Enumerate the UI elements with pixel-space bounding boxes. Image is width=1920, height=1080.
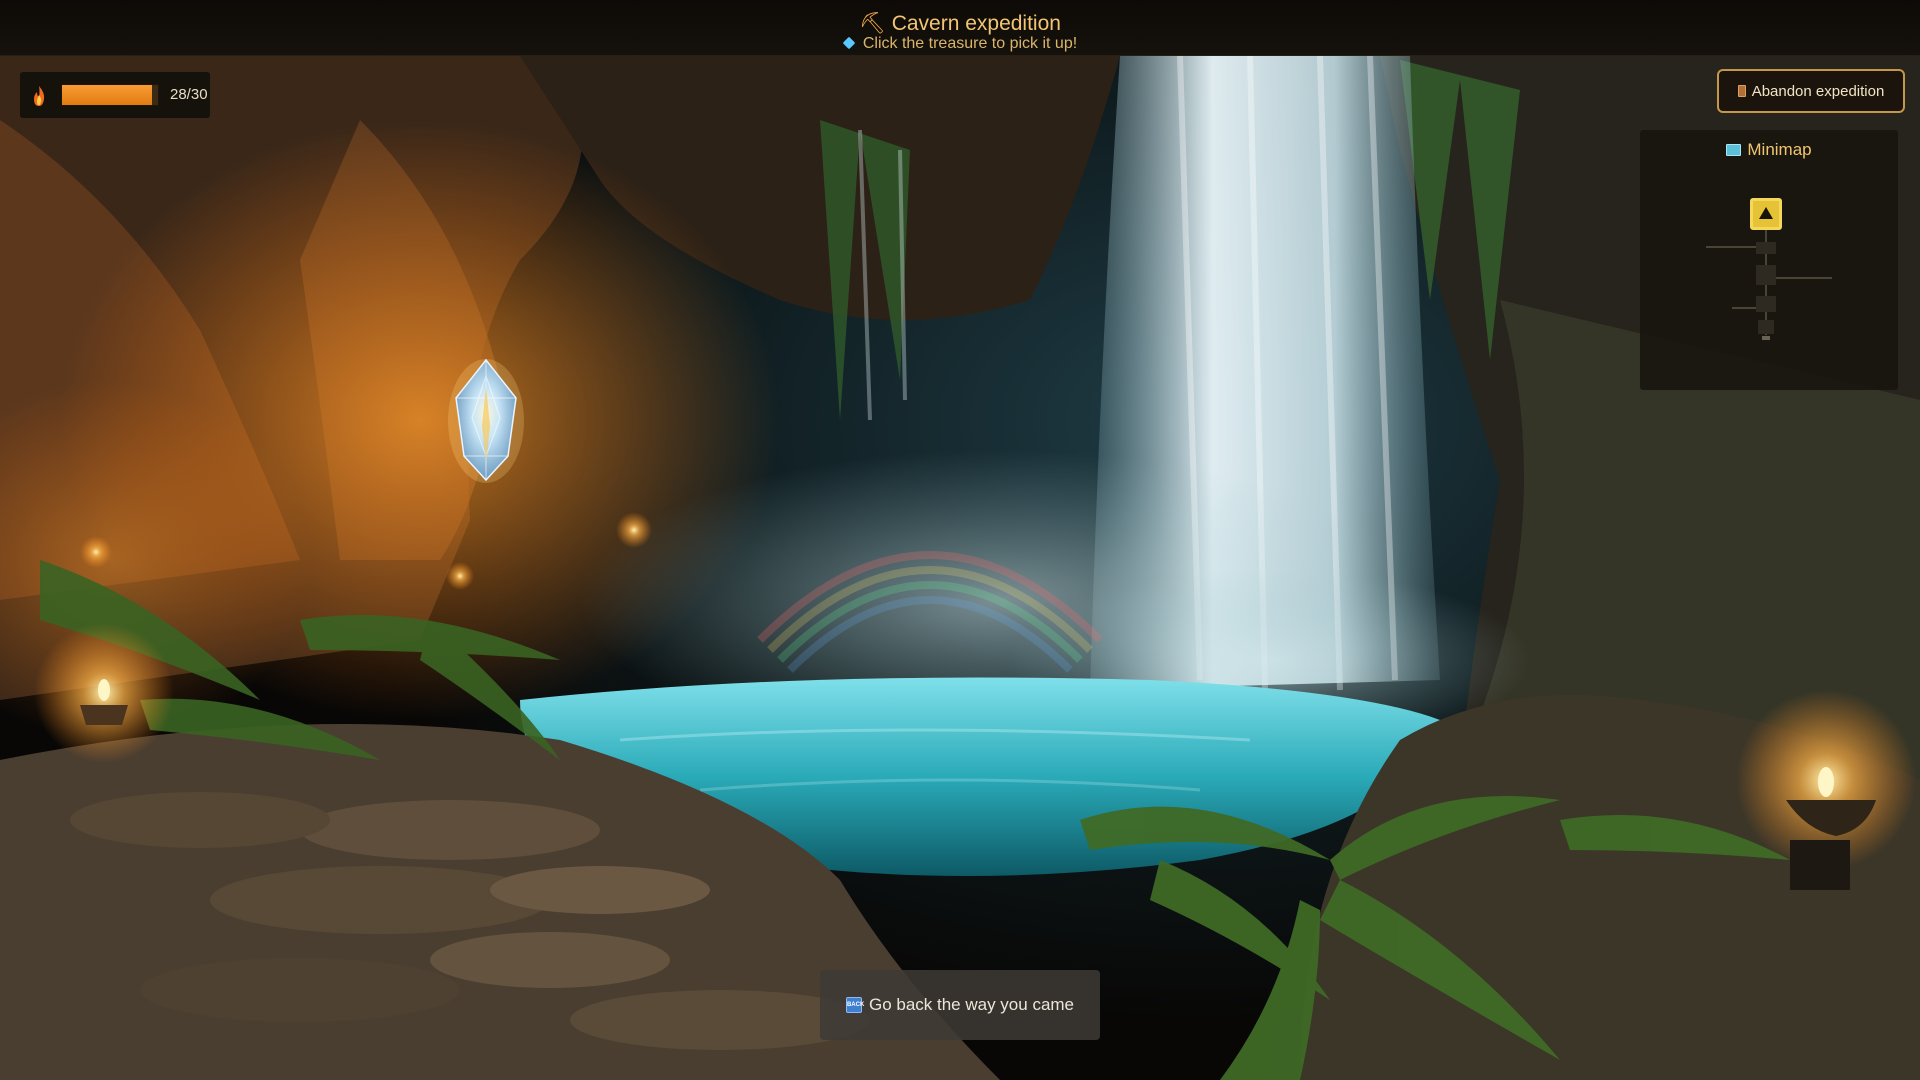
pickaxe-icon: ⛏ [859,12,886,35]
cave-scene [0,0,1920,1080]
door-icon [1737,85,1746,97]
title-row: ⛏ Cavern expedition [0,12,1920,36]
hint-text: Click the treasure to pick it up! [862,35,1078,52]
abandon-label: Abandon expedition [1751,82,1885,100]
go-back-button[interactable]: BACK Go back the way you came [820,970,1100,1040]
torch-fuel-hud: 28/30 [20,72,210,118]
triangle-up-icon [1750,198,1782,230]
fuel-bar-fill [62,85,152,105]
hint-row: Click the treasure to pick it up! [0,35,1920,53]
gem-icon [842,36,856,50]
page-title: Cavern expedition [891,12,1061,35]
fuel-count: 28/30 [170,86,208,103]
go-back-label: Go back the way you came [868,995,1075,1014]
fuel-bar [61,84,159,106]
abandon-expedition-button[interactable]: Abandon expedition [1717,69,1905,113]
minimap-paths [1706,230,1832,340]
flame-icon [34,86,45,106]
top-bar: ⛏ Cavern expedition Click the treasure to… [0,0,1920,56]
minimap-panel: Minimap [1640,130,1898,390]
back-icon: BACK [845,997,864,1013]
crystal-icon[interactable] [446,356,526,486]
scene-art [0,55,1920,1080]
